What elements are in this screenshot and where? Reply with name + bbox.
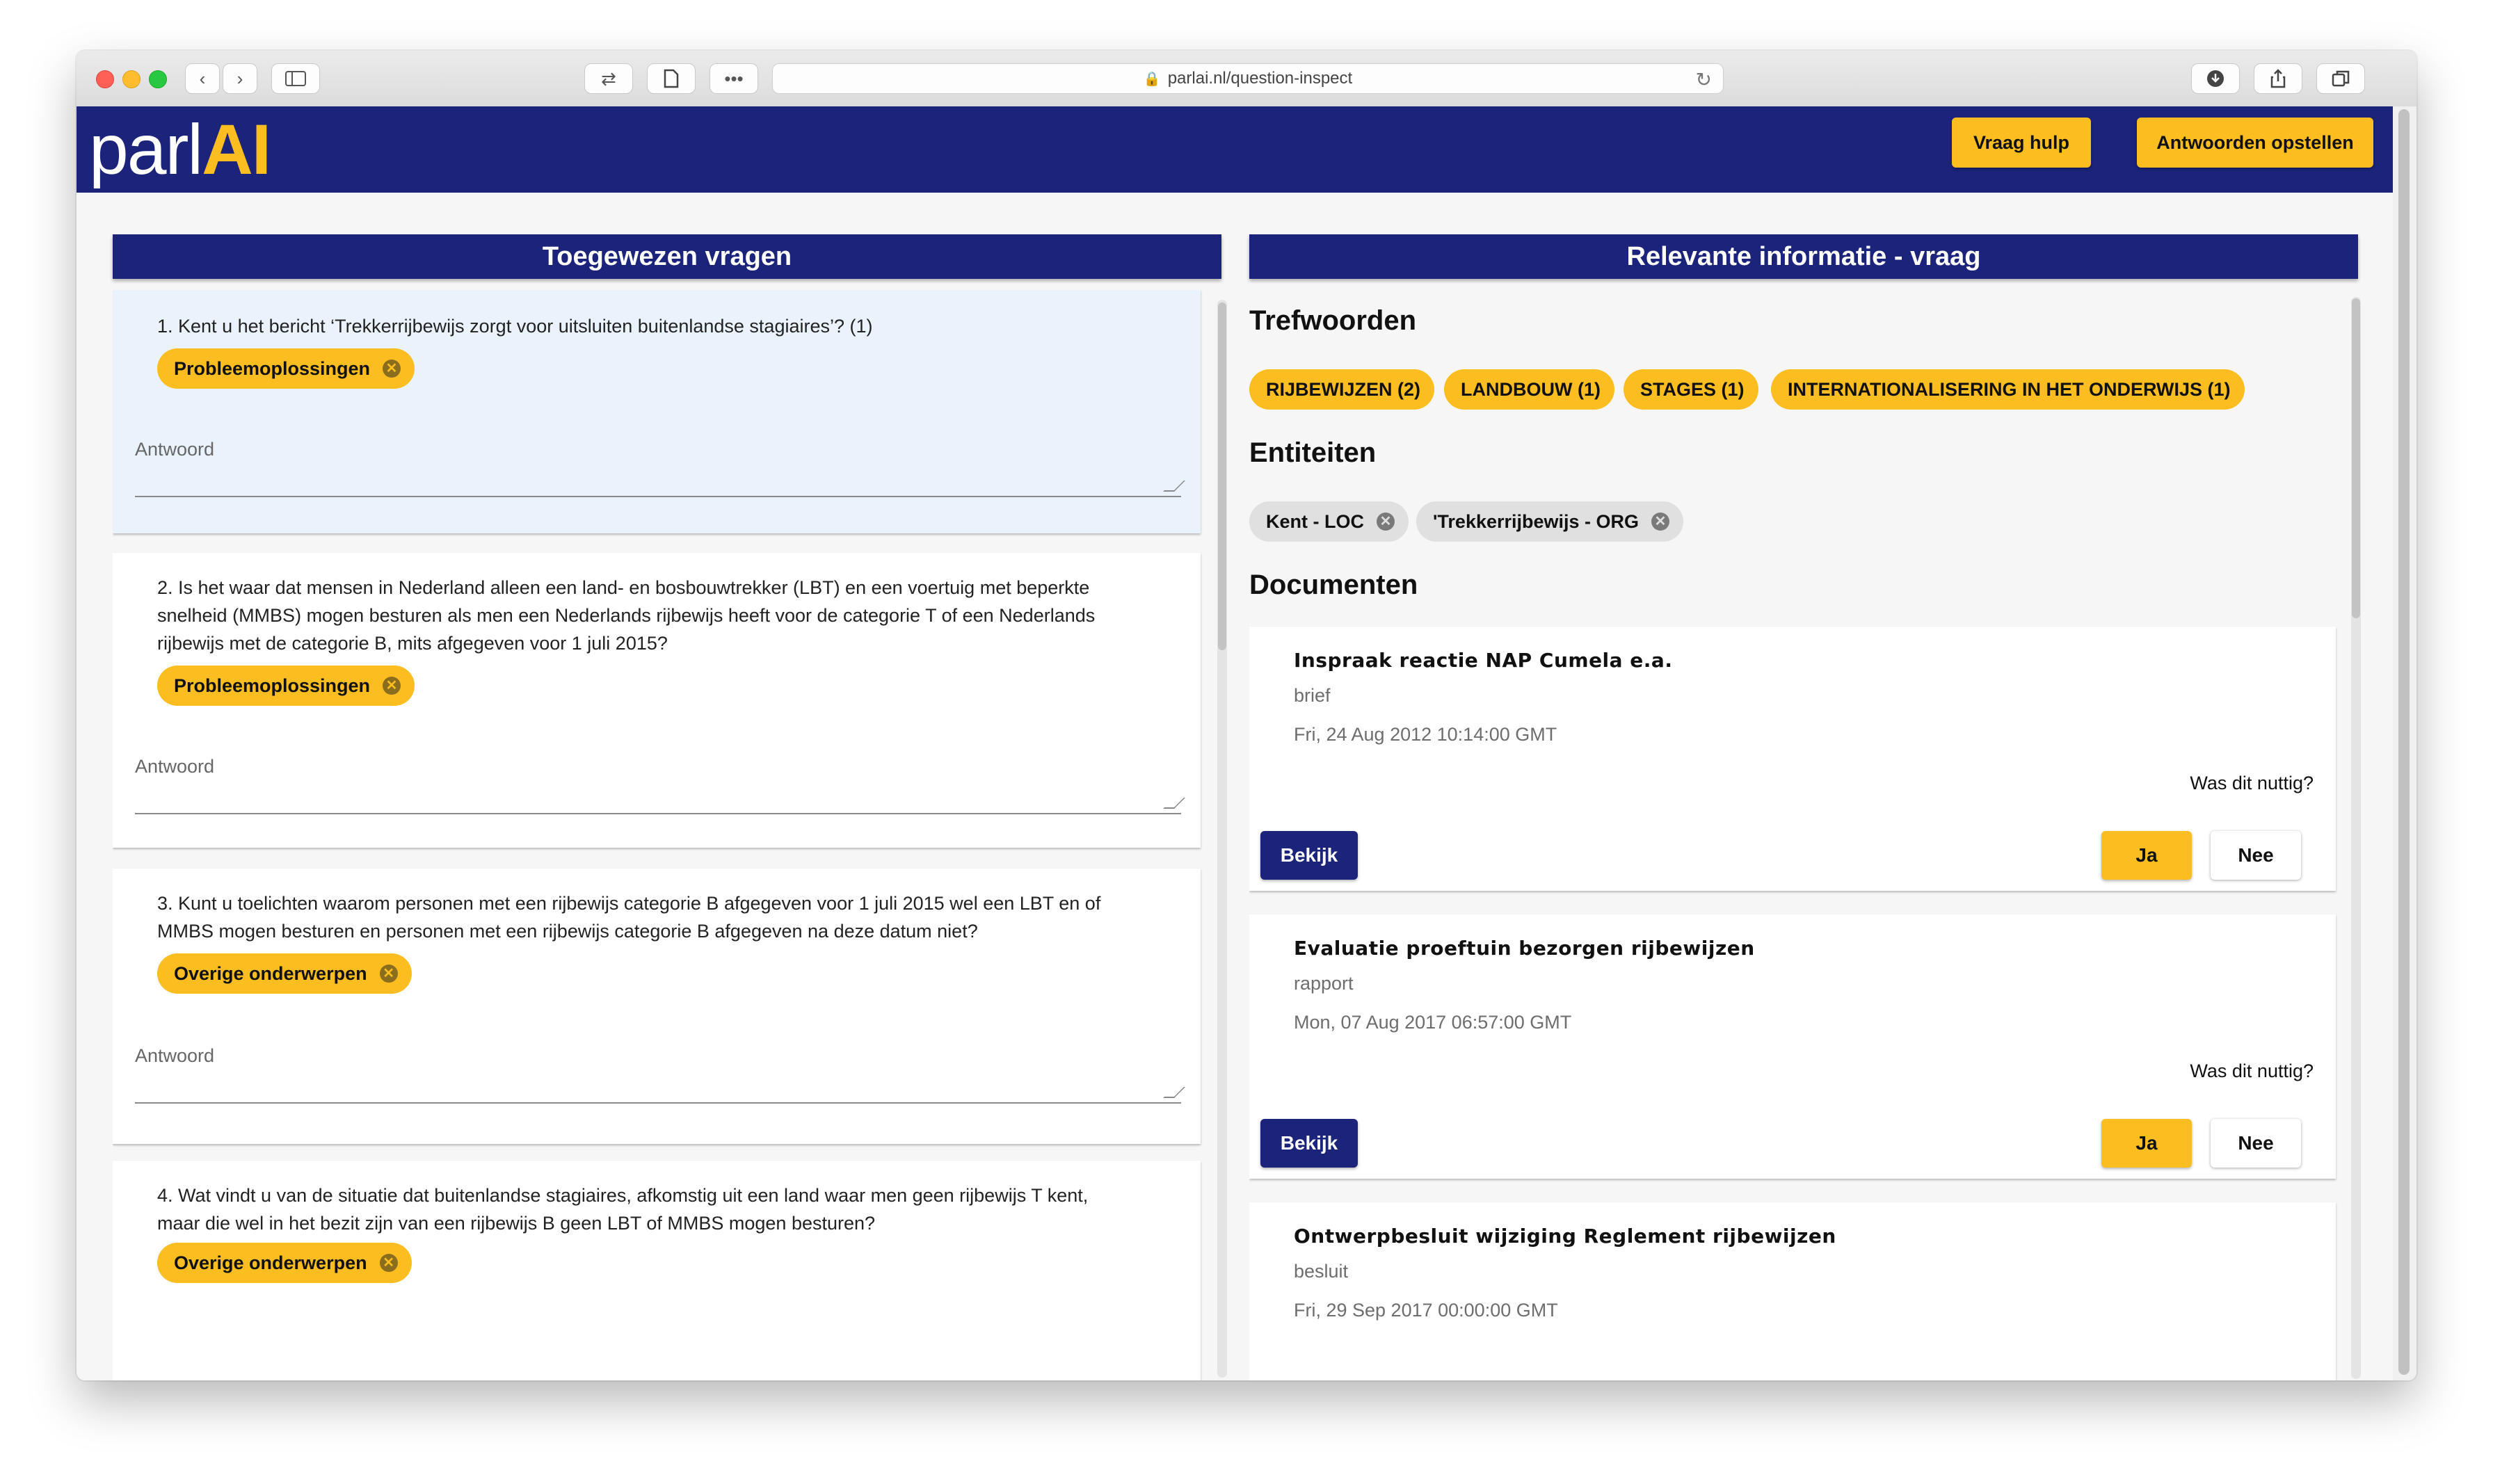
useful-question: Was dit nuttig? — [2190, 773, 2314, 793]
ask-help-button[interactable]: Vraag hulp — [1952, 118, 2091, 168]
view-document-button[interactable]: Bekijk — [1260, 1119, 1358, 1168]
more-button[interactable]: ••• — [710, 63, 758, 94]
questions-scrollbar[interactable] — [1217, 300, 1227, 1378]
close-circle-icon[interactable]: ✕ — [1377, 513, 1395, 531]
address-bar[interactable]: 🔒 parlai.nl/question-inspect ↻ — [772, 63, 1724, 94]
share-button[interactable] — [2254, 63, 2302, 94]
downloads-button[interactable] — [2191, 63, 2240, 94]
useful-yes-button[interactable]: Ja — [2101, 831, 2192, 880]
reload-icon[interactable]: ↻ — [1696, 68, 1712, 91]
close-circle-icon[interactable]: ✕ — [379, 1254, 398, 1272]
useful-yes-button[interactable]: Ja — [2101, 1119, 2192, 1168]
chevron-right-icon: › — [237, 67, 243, 89]
close-circle-icon[interactable]: ✕ — [383, 677, 401, 695]
keyword-chip[interactable]: LANDBOUW (1) — [1444, 369, 1614, 410]
entities-title: Entiteiten — [1249, 437, 1377, 468]
browser-window: ‹ › ⇄ ••• 🔒 parlai.nl/question-inspect ↻… — [77, 51, 2416, 1380]
tabs-button[interactable] — [2316, 63, 2365, 94]
more-icon: ••• — [724, 67, 744, 89]
app-header: parlAI Vraag hulp Antwoorden opstellen — [77, 106, 2393, 193]
useful-no-button[interactable]: Nee — [2211, 1119, 2301, 1168]
document-card: Evaluatie proeftuin bezorgen rijbewijzen… — [1249, 914, 2336, 1179]
document-title: Evaluatie proeftuin bezorgen rijbewijzen — [1294, 937, 1755, 960]
sidebar-icon — [285, 71, 306, 86]
category-tag: Overige onderwerpen ✕ — [157, 1243, 412, 1283]
download-icon — [2207, 70, 2224, 87]
page-scrollbar[interactable] — [2393, 106, 2416, 1380]
compose-answers-button[interactable]: Antwoorden opstellen — [2137, 118, 2373, 168]
answer-field[interactable] — [135, 465, 1181, 497]
browser-toolbar: ‹ › ⇄ ••• 🔒 parlai.nl/question-inspect ↻ — [77, 51, 2416, 108]
document-card: Ontwerpbesluit wijziging Reglement rijbe… — [1249, 1202, 2336, 1380]
sidebar-toggle-button[interactable] — [271, 63, 320, 94]
minimize-window-button[interactable] — [122, 70, 141, 88]
info-scrollbar[interactable] — [2351, 297, 2361, 1379]
document-title: Inspraak reactie NAP Cumela e.a. — [1294, 649, 1673, 672]
useful-question: Was dit nuttig? — [2190, 1060, 2314, 1081]
translate-button[interactable]: ⇄ — [584, 63, 633, 94]
view-document-button[interactable]: Bekijk — [1260, 831, 1358, 880]
question-card[interactable]: 2. Is het waar dat mensen in Nederland a… — [113, 553, 1201, 848]
question-card[interactable]: 3. Kunt u toelichten waarom personen met… — [113, 869, 1201, 1144]
question-card[interactable]: 4. Wat vindt u van de situatie dat buite… — [113, 1161, 1201, 1380]
document-type: brief — [1294, 685, 1331, 706]
questions-list: 1. Kent u het bericht ‘Trekkerrijbewijs … — [113, 290, 1235, 1380]
main-content: Toegewezen vragen Relevante informatie -… — [77, 193, 2393, 1380]
keyword-chip[interactable]: RIJBEWIJZEN (2) — [1249, 369, 1435, 410]
document-date: Fri, 29 Sep 2017 00:00:00 GMT — [1294, 1300, 1558, 1321]
answer-label: Antwoord — [135, 1045, 215, 1066]
category-tag: Overige onderwerpen ✕ — [157, 953, 412, 994]
useful-no-button[interactable]: Nee — [2211, 831, 2301, 880]
document-title: Ontwerpbesluit wijziging Reglement rijbe… — [1294, 1225, 1836, 1248]
reader-button[interactable] — [647, 63, 696, 94]
chevron-left-icon: ‹ — [199, 67, 206, 89]
relevant-info-header: Relevante informatie - vraag — [1249, 234, 2358, 279]
back-button[interactable]: ‹ — [185, 63, 220, 94]
page-icon — [664, 69, 679, 88]
keywords-title: Trefwoorden — [1249, 305, 1417, 336]
parlai-logo[interactable]: parlAI — [89, 109, 271, 190]
answer-field[interactable] — [135, 782, 1181, 814]
lock-icon: 🔒 — [1143, 71, 1161, 87]
assigned-questions-header: Toegewezen vragen — [113, 234, 1221, 279]
document-type: besluit — [1294, 1261, 1349, 1282]
document-card: Inspraak reactie NAP Cumela e.a. brief F… — [1249, 627, 2336, 891]
answer-label: Antwoord — [135, 756, 215, 777]
relevant-info-panel: Trefwoorden RIJBEWIJZEN (2) LANDBOUW (1)… — [1249, 290, 2393, 1380]
answer-label: Antwoord — [135, 439, 215, 460]
close-circle-icon[interactable]: ✕ — [1651, 513, 1670, 531]
documents-title: Documenten — [1249, 570, 1418, 600]
document-date: Mon, 07 Aug 2017 06:57:00 GMT — [1294, 1012, 1572, 1033]
answer-field[interactable] — [135, 1072, 1181, 1104]
tabs-icon — [2332, 70, 2350, 87]
close-circle-icon[interactable]: ✕ — [379, 965, 398, 983]
keyword-chip[interactable]: STAGES (1) — [1624, 369, 1758, 410]
question-text: 2. Is het waar dat mensen in Nederland a… — [157, 577, 1096, 654]
question-text: 3. Kunt u toelichten waarom personen met… — [157, 893, 1101, 942]
category-tag: Probleemoplossingen ✕ — [157, 348, 415, 389]
share-icon — [2270, 69, 2286, 88]
question-text: 1. Kent u het bericht ‘Trekkerrijbewijs … — [157, 316, 873, 337]
close-window-button[interactable] — [96, 70, 114, 88]
question-text: 4. Wat vindt u van de situatie dat buite… — [157, 1185, 1089, 1234]
entity-chip: Kent - LOC ✕ — [1249, 501, 1409, 542]
category-tag: Probleemoplossingen ✕ — [157, 666, 415, 706]
swap-icon: ⇄ — [601, 67, 616, 89]
keyword-chip[interactable]: INTERNATIONALISERING IN HET ONDERWIJS (1… — [1771, 369, 2245, 410]
entity-chip: 'Trekkerrijbewijs - ORG ✕ — [1416, 501, 1684, 542]
close-circle-icon[interactable]: ✕ — [383, 360, 401, 378]
url-text: parlai.nl/question-inspect — [1167, 69, 1353, 88]
document-date: Fri, 24 Aug 2012 10:14:00 GMT — [1294, 724, 1557, 745]
forward-button[interactable]: › — [223, 63, 257, 94]
zoom-window-button[interactable] — [149, 70, 167, 88]
document-type: rapport — [1294, 973, 1354, 994]
question-card[interactable]: 1. Kent u het bericht ‘Trekkerrijbewijs … — [113, 290, 1201, 533]
